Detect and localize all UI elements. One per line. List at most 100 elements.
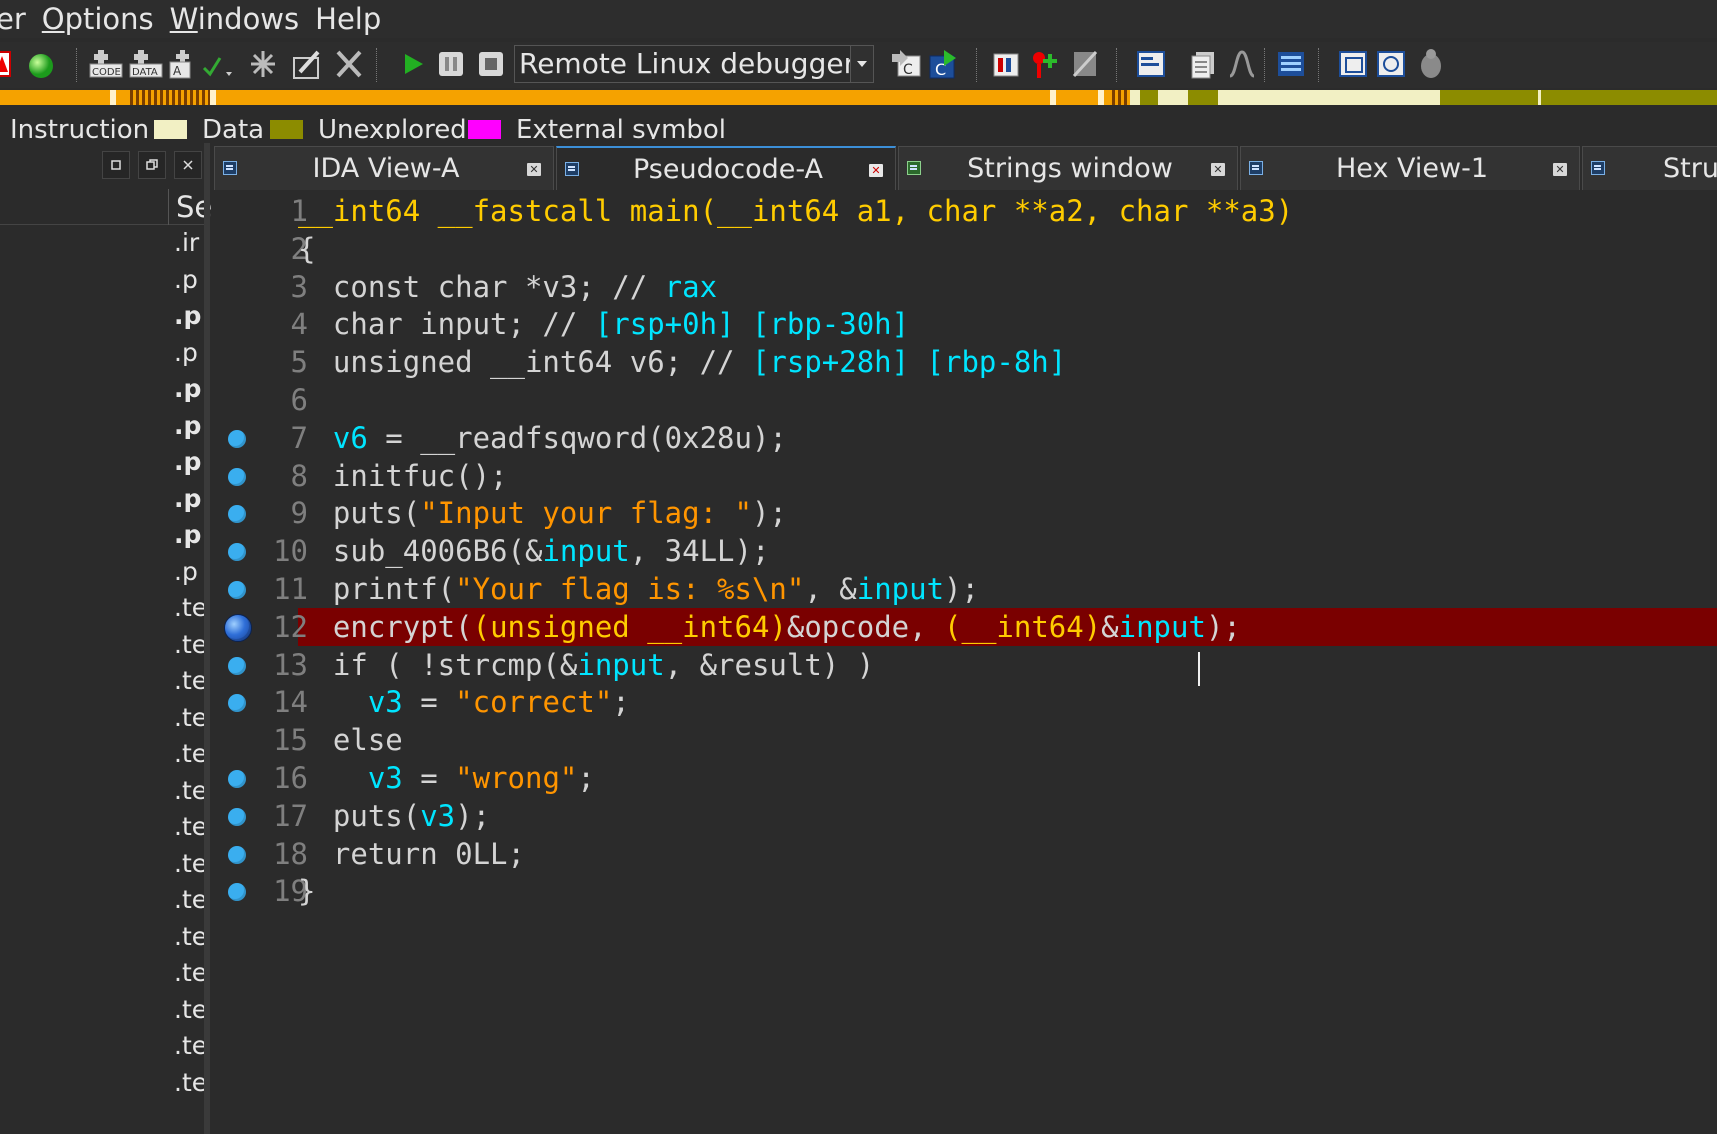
hex-window-icon[interactable] [1276, 48, 1306, 80]
legend-label: Unexplored [318, 115, 467, 139]
restore-icon[interactable] [138, 151, 166, 179]
code-line[interactable]: 8 initfuc(); [214, 457, 1717, 495]
undefine-icon[interactable] [200, 48, 240, 80]
code-line[interactable]: 2{ [214, 230, 1717, 268]
segments-column-header[interactable]: Se [0, 189, 212, 225]
segment-row[interactable]: .te [174, 1031, 207, 1061]
enums-icon[interactable] [1376, 48, 1406, 80]
warning-icon[interactable] [0, 48, 24, 80]
debugger-select[interactable]: Remote Linux debugger [514, 45, 874, 83]
code-token: &opcode, [786, 609, 945, 644]
tab-structures[interactable]: Stru [1582, 146, 1717, 190]
close-icon[interactable]: ✕ [1553, 163, 1567, 176]
close-icon[interactable]: ✕ [1211, 163, 1225, 176]
code-line[interactable]: 13 if ( !strcmp(&input, &result) ) [214, 646, 1717, 684]
stop-icon[interactable] [476, 48, 506, 80]
attach-process-icon[interactable]: C [890, 48, 924, 80]
close-icon[interactable]: ✕ [869, 164, 883, 177]
segment-row[interactable]: .te [174, 593, 207, 623]
navigation-band[interactable] [0, 90, 1717, 105]
segment-row[interactable]: .te [174, 922, 207, 952]
segment-row[interactable]: .te [174, 776, 207, 806]
structures-icon[interactable] [1338, 48, 1368, 80]
svg-text:DATA: DATA [132, 67, 158, 78]
array-icon[interactable] [248, 48, 278, 80]
nav-segment [1130, 90, 1140, 105]
start-process-icon[interactable] [26, 48, 56, 80]
code-line[interactable]: 19} [214, 872, 1717, 910]
list-icon[interactable] [1188, 48, 1218, 80]
nav-segment [1218, 90, 1440, 105]
segment-row[interactable]: .p [174, 557, 198, 587]
segment-row[interactable]: .te [174, 849, 207, 879]
code-line[interactable]: 16 v3 = "wrong"; [214, 759, 1717, 797]
bug-icon[interactable] [1416, 48, 1446, 80]
segment-row[interactable]: .p [174, 301, 201, 331]
segment-row[interactable]: .te [174, 885, 207, 915]
current-code-line[interactable]: 12 encrypt((unsigned __int64)&opcode, (_… [214, 607, 1717, 646]
code-line[interactable]: 6 [214, 381, 1717, 419]
menu-options[interactable]: Options [42, 0, 170, 38]
minimize-icon[interactable] [102, 151, 130, 179]
code-token: initfuc(); [298, 458, 508, 493]
code-line[interactable]: 11 printf("Your flag is: %s\n", &input); [214, 570, 1717, 608]
segment-row[interactable]: .p [174, 265, 198, 295]
tab-pseudocode-a[interactable]: Pseudocode-A ✕ [556, 146, 896, 190]
rename-icon[interactable] [292, 48, 322, 80]
segment-row[interactable]: .p [174, 411, 201, 441]
code-text: unsigned __int64 v6; // [rsp+28h] [rbp-8… [298, 343, 1066, 381]
close-icon[interactable] [174, 151, 202, 179]
column-divider[interactable] [168, 189, 169, 225]
play-icon[interactable] [398, 48, 428, 80]
segment-row[interactable]: .ir [174, 228, 199, 258]
chevron-down-icon[interactable] [850, 46, 873, 82]
segment-row[interactable]: .p [174, 338, 198, 368]
segment-row[interactable]: .te [174, 812, 207, 842]
add-breakpoint-icon[interactable] [1030, 48, 1060, 80]
menu-help[interactable]: Help [315, 0, 397, 38]
code-line[interactable]: 9 puts("Input your flag: "); [214, 494, 1717, 532]
code-line[interactable]: 5 unsigned __int64 v6; // [rsp+28h] [rbp… [214, 343, 1717, 381]
tracing-icon[interactable] [1070, 48, 1100, 80]
disassembly-window-icon[interactable] [1136, 48, 1166, 80]
code-line[interactable]: 17 puts(v3); [214, 797, 1717, 835]
menu-windows[interactable]: Windows [170, 0, 315, 38]
code-line[interactable]: 14 v3 = "correct"; [214, 683, 1717, 721]
pseudocode-view[interactable]: 1 __int64 __fastcall main(__int64 a1, cha… [214, 192, 1717, 1134]
string-icon[interactable]: A [168, 48, 198, 80]
function-graph-icon[interactable] [1226, 48, 1256, 80]
segment-row[interactable]: .te [174, 958, 207, 988]
segment-row[interactable]: .p [174, 374, 201, 404]
code-line[interactable]: 15 else [214, 721, 1717, 759]
segment-row[interactable]: .te [174, 739, 207, 769]
code-token: input [577, 647, 665, 682]
data-icon[interactable]: DATA [128, 48, 164, 80]
code-line[interactable]: 1 __int64 __fastcall main(__int64 a1, cha… [214, 192, 1717, 230]
toolbar-separator [76, 48, 79, 82]
code-line[interactable]: 10 sub_4006B6(&input, 34LL); [214, 532, 1717, 570]
step-into-icon[interactable]: C [926, 48, 960, 80]
segment-row[interactable]: .p [174, 447, 201, 477]
menu-debugger[interactable]: er [0, 0, 42, 38]
code-token: v3 [367, 761, 403, 795]
breakpoint-list-icon[interactable] [992, 48, 1022, 80]
tab-ida-view-a[interactable]: IDA View-A ✕ [214, 146, 554, 190]
segment-row[interactable]: .te [174, 630, 207, 660]
tab-strings-window[interactable]: Strings window ✕ [898, 146, 1238, 190]
segment-row[interactable]: .te [174, 666, 207, 696]
code-line[interactable]: 4 char input; // [rsp+0h] [rbp-30h] [214, 305, 1717, 343]
segment-row[interactable]: .p [174, 484, 201, 514]
code-line[interactable]: 3 const char *v3; // rax [214, 268, 1717, 306]
vertical-scrollbar[interactable] [204, 143, 210, 1134]
tab-hex-view-1[interactable]: Hex View-1 ✕ [1240, 146, 1580, 190]
code-line[interactable]: 7 v6 = __readfsqword(0x28u); [214, 419, 1717, 457]
segment-row[interactable]: .te [174, 1068, 207, 1098]
code-line[interactable]: 18 return 0LL; [214, 835, 1717, 873]
pause-icon[interactable] [436, 48, 466, 80]
segment-row[interactable]: .p [174, 520, 201, 550]
delete-icon[interactable] [334, 48, 364, 80]
code-icon[interactable]: CODE [88, 48, 124, 80]
segment-row[interactable]: .te [174, 703, 207, 733]
close-icon[interactable]: ✕ [527, 163, 541, 176]
segment-row[interactable]: .te [174, 995, 207, 1025]
